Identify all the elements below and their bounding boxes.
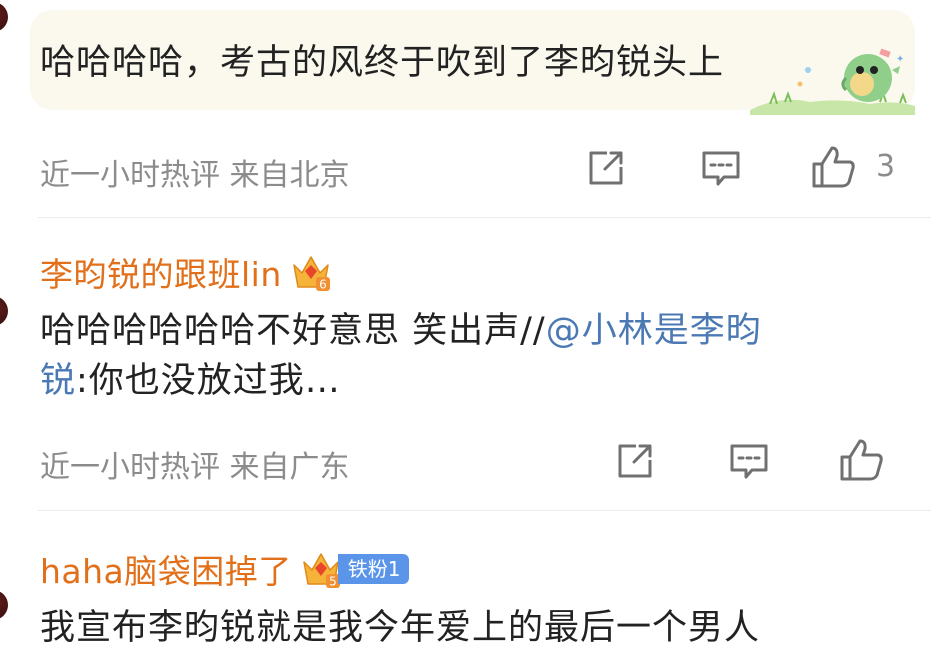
avatar[interactable]: [0, 296, 8, 326]
comment-text: 哈哈哈哈哈哈不好意思 笑出声//@小林是李昀: [40, 311, 762, 351]
comment-bubble: 哈哈哈哈，考古的风终于吹到了李昀锐头上 ✦: [30, 10, 915, 115]
mention-link[interactable]: @小林是李昀: [546, 311, 762, 351]
svg-text:✦: ✦: [896, 54, 904, 65]
crown-badge-icon: 5: [303, 553, 340, 589]
comment-icon[interactable]: [728, 440, 770, 482]
comment-text: 我宣布李昀锐就是我今年爱上的最后一个男人: [40, 608, 761, 646]
comment-text: 哈哈哈哈，考古的风终于吹到了李昀锐头上: [40, 43, 725, 83]
like-icon[interactable]: [810, 144, 856, 190]
divider: [38, 510, 931, 511]
comment-meta: 近一小时热评 来自北京: [40, 158, 350, 193]
crown-badge-icon: 6: [293, 256, 330, 292]
dinosaur-sticker-icon: ✦: [750, 48, 915, 115]
comment-text-line2: 锐:你也没放过我…: [40, 361, 341, 401]
avatar[interactable]: [0, 2, 8, 32]
share-icon[interactable]: [614, 440, 656, 482]
svg-text:6: 6: [319, 278, 327, 292]
comment-meta: 近一小时热评 来自广东: [40, 450, 350, 485]
avatar[interactable]: [0, 590, 8, 620]
divider: [38, 217, 931, 218]
like-count: 3: [876, 149, 896, 184]
comment-header: haha脑袋困掉了 5 铁粉1: [40, 545, 409, 593]
comment-icon[interactable]: [700, 147, 742, 189]
username[interactable]: 李昀锐的跟班lin: [40, 248, 282, 296]
share-icon[interactable]: [585, 147, 627, 189]
like-icon[interactable]: [838, 437, 884, 483]
username[interactable]: haha脑袋困掉了: [40, 545, 292, 593]
svg-text:5: 5: [329, 575, 337, 589]
comment-header: 李昀锐的跟班lin 6: [40, 248, 332, 296]
mention-link[interactable]: 锐: [40, 361, 76, 401]
fan-badge: 铁粉1: [337, 554, 409, 584]
